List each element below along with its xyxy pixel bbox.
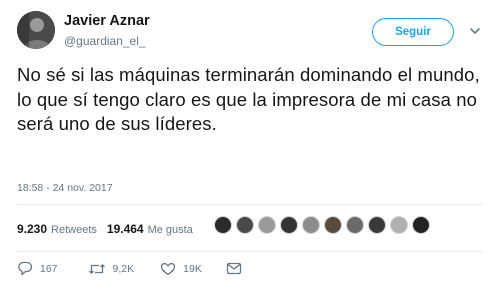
like-count: 19K <box>183 262 202 275</box>
liker-avatar[interactable] <box>214 216 232 234</box>
retweet-count: 9,2K <box>112 262 135 275</box>
heart-icon <box>160 262 176 275</box>
retweet-button[interactable]: 9,2K <box>88 262 135 276</box>
tweet-text: No sé si las máquinas terminarán dominan… <box>17 64 480 134</box>
likers-avatars <box>214 216 434 234</box>
likes-count[interactable]: 19.464 <box>107 222 144 236</box>
reply-count: 167 <box>40 262 58 275</box>
tweet-actions: 167 9,2K 19K <box>17 261 242 276</box>
author-handle[interactable]: @guardian_el_ <box>64 34 146 48</box>
tweet-card: Javier Aznar @guardian_el_ Seguir No sé … <box>0 0 500 308</box>
user-avatar-icon <box>17 11 55 49</box>
liker-avatar[interactable] <box>368 216 386 234</box>
retweets-count[interactable]: 9.230 <box>17 222 47 236</box>
liker-avatar[interactable] <box>236 216 254 234</box>
liker-avatar[interactable] <box>258 216 276 234</box>
envelope-icon <box>226 262 241 275</box>
retweets-label[interactable]: Retweets <box>51 224 97 236</box>
chevron-down-icon[interactable] <box>468 24 482 38</box>
liker-avatar[interactable] <box>412 216 430 234</box>
reply-button[interactable]: 167 <box>17 261 58 276</box>
liker-avatar[interactable] <box>324 216 342 234</box>
liker-avatar[interactable] <box>346 216 364 234</box>
author-name[interactable]: Javier Aznar <box>64 13 150 29</box>
like-button[interactable]: 19K <box>160 262 202 276</box>
liker-avatar[interactable] <box>390 216 408 234</box>
liker-avatar[interactable] <box>302 216 320 234</box>
author-avatar[interactable] <box>17 11 55 49</box>
liker-avatar[interactable] <box>280 216 298 234</box>
direct-message-button[interactable] <box>226 262 242 275</box>
follow-button[interactable]: Seguir <box>372 18 454 46</box>
engagement-stats: 9.230 Retweets 19.464 Me gusta <box>17 222 193 236</box>
divider <box>17 251 483 252</box>
likes-label[interactable]: Me gusta <box>148 224 193 236</box>
tweet-timestamp[interactable]: 18:58 - 24 nov. 2017 <box>17 182 113 194</box>
reply-icon <box>18 261 33 276</box>
divider <box>17 204 483 205</box>
retweet-icon <box>88 263 105 274</box>
